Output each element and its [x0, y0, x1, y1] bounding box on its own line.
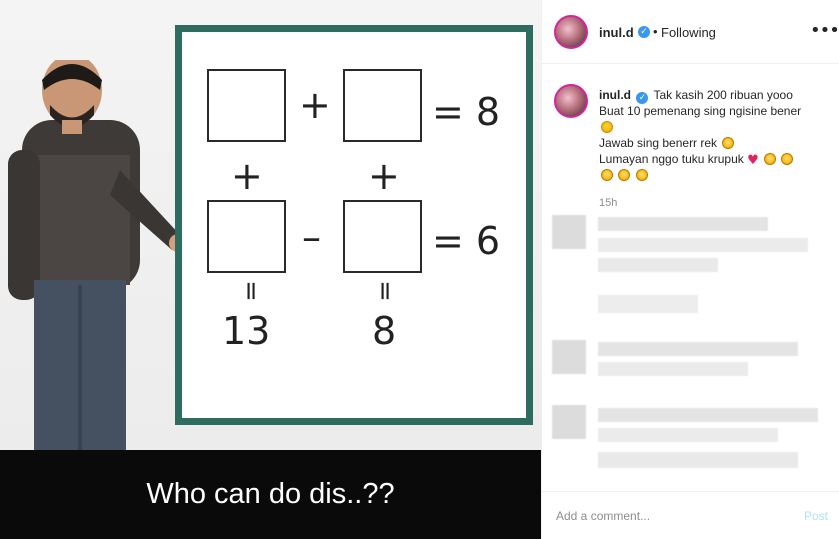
equals-col-left: =: [235, 280, 266, 302]
rofl-emoji-icon: [781, 153, 794, 165]
blurred-comment: [552, 215, 586, 249]
meme-caption: Who can do dis..??: [146, 478, 395, 510]
caption-line-4: Jawab sing benerr rek: [599, 135, 735, 151]
puzzle-box-c: [207, 200, 286, 273]
col-left-result: 13: [222, 309, 271, 353]
equals-col-right: =: [369, 280, 400, 302]
presenter-figure: [8, 60, 187, 450]
header-username[interactable]: inul.d: [599, 25, 634, 40]
blurred-comment: [598, 408, 818, 422]
puzzle-box-a: [207, 69, 286, 142]
rofl-emoji-icon: [618, 169, 631, 181]
blurred-comment: [552, 340, 586, 374]
caption-username[interactable]: inul.d: [599, 88, 631, 102]
add-comment-input[interactable]: Add a comment...: [556, 509, 650, 523]
verified-badge-icon: ✓: [638, 26, 650, 38]
post-timestamp[interactable]: 15h: [599, 197, 617, 209]
following-button[interactable]: Following: [661, 25, 716, 40]
blurred-comment: [598, 362, 748, 376]
caption-line-2: Buat 10 pemenang sing ngisine bener: [599, 104, 802, 118]
blurred-comment: [598, 342, 798, 356]
post-side-panel: inul.d ✓ • Following ••• inul.d ✓ Tak ka…: [541, 0, 839, 539]
plus-sign-col-right: +: [368, 154, 400, 198]
caption-text-4: Jawab sing benerr rek: [599, 136, 718, 150]
post-comment-button[interactable]: Post: [804, 509, 828, 523]
caption-line-3: [599, 119, 613, 135]
heart-emoji-icon: ♥: [747, 153, 759, 168]
blurred-comment: [598, 258, 718, 272]
puzzle-box-d: [343, 200, 422, 273]
row1-result: = 8: [432, 90, 501, 134]
post-header: inul.d ✓ • Following •••: [542, 0, 839, 64]
blurred-comment: [598, 295, 698, 313]
rofl-emoji-icon: [601, 169, 613, 181]
blurred-comment: [598, 452, 798, 468]
caption-line-6: [599, 167, 648, 183]
plus-sign-row1: +: [299, 83, 331, 127]
post-image[interactable]: + = 8 + + – = 6 = = 13 8 Who can do dis.…: [0, 0, 541, 539]
avatar[interactable]: [554, 15, 588, 49]
puzzle-box-b: [343, 69, 422, 142]
rofl-emoji-icon: [635, 169, 648, 181]
sweat-smile-emoji-icon: [601, 121, 613, 133]
blurred-comment: [598, 217, 768, 231]
blurred-comment: [598, 428, 778, 442]
blurred-comment: [552, 405, 586, 439]
rofl-emoji-icon: [764, 153, 777, 165]
row2-result: = 6: [432, 219, 501, 263]
caption-line-1: inul.d ✓ Tak kasih 200 ribuan yooo: [599, 87, 793, 104]
col-right-result: 8: [372, 309, 397, 353]
caption-avatar[interactable]: [554, 84, 588, 118]
caption-text-5: Lumayan nggo tuku krupuk: [599, 152, 744, 166]
rofl-emoji-icon: [722, 137, 735, 149]
caption-text-1: Tak kasih 200 ribuan yooo: [653, 88, 793, 102]
blurred-comment: [598, 238, 808, 252]
plus-sign-col-left: +: [231, 154, 263, 198]
separator-dot: •: [653, 24, 658, 39]
more-horizontal-icon[interactable]: •••: [810, 20, 839, 41]
comment-footer: Add a comment... Post: [542, 491, 839, 539]
minus-sign-row2: –: [302, 215, 321, 259]
